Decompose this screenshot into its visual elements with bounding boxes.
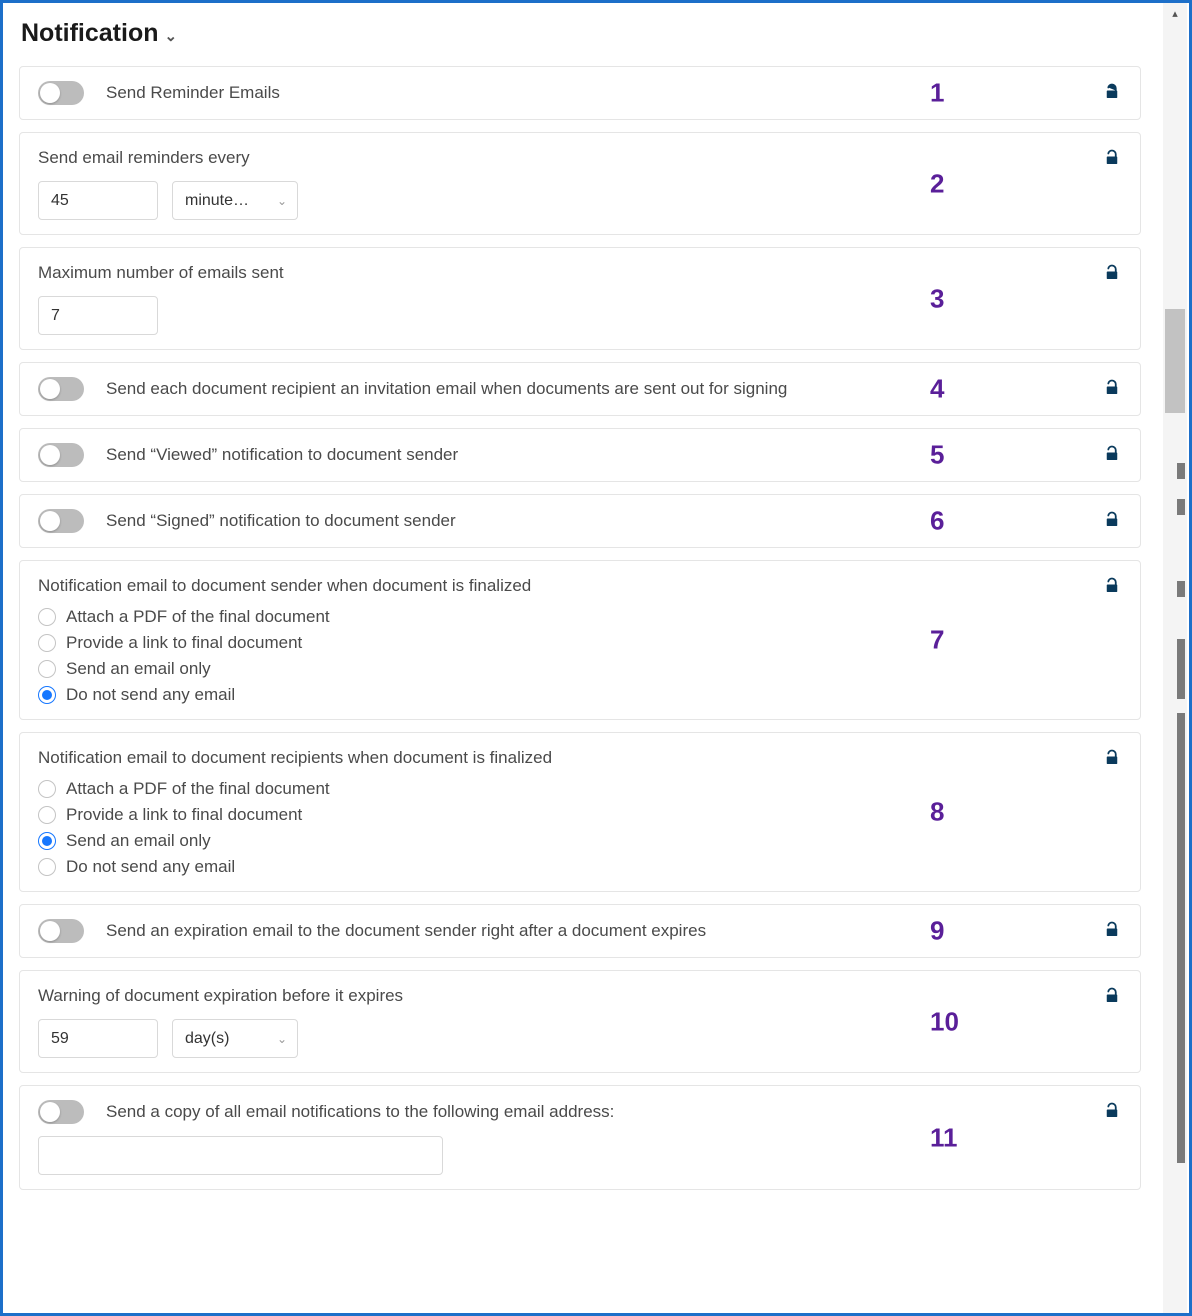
radio-group-finalized-recipients: Attach a PDF of the final document Provi… — [38, 779, 330, 877]
scrollbar[interactable]: ▴ — [1163, 3, 1187, 1313]
unlock-icon[interactable] — [1102, 264, 1122, 282]
scroll-mark — [1177, 463, 1185, 479]
scroll-mark — [1177, 581, 1185, 597]
label: Send “Viewed” notification to document s… — [106, 444, 458, 466]
scroll-mark — [1177, 639, 1185, 699]
setting-reminder-interval: Send email reminders every minute… ⌄ 2 — [19, 132, 1141, 235]
toggle-signed-notification[interactable] — [38, 509, 84, 533]
unlock-icon[interactable] — [1102, 577, 1122, 595]
reminder-interval-unit[interactable]: minute… ⌄ — [172, 181, 298, 220]
max-emails-value[interactable] — [38, 296, 158, 335]
label: Maximum number of emails sent — [38, 262, 284, 284]
content-area: Notification ⌄ Send Reminder Emails 1 Se… — [3, 3, 1163, 1313]
unlock-icon[interactable] — [1102, 511, 1122, 529]
radio-group-finalized-sender: Attach a PDF of the final document Provi… — [38, 607, 330, 705]
setting-expiration-email: Send an expiration email to the document… — [19, 904, 1141, 958]
setting-max-emails: Maximum number of emails sent 3 — [19, 247, 1141, 350]
unlock-icon[interactable] — [1102, 379, 1122, 397]
setting-viewed-notification: Send “Viewed” notification to document s… — [19, 428, 1141, 482]
radio-option[interactable]: Send an email only — [38, 659, 330, 679]
annotation-number: 3 — [930, 283, 944, 314]
unlock-icon[interactable] — [1102, 445, 1122, 463]
reminder-interval-value[interactable] — [38, 181, 158, 220]
annotation-number: 2 — [930, 168, 944, 199]
annotation-number: 9 — [930, 916, 944, 947]
label: Send an expiration email to the document… — [106, 920, 706, 942]
unlock-icon[interactable] — [1102, 149, 1122, 167]
radio-option[interactable]: Provide a link to final document — [38, 805, 330, 825]
radio-option[interactable]: Provide a link to final document — [38, 633, 330, 653]
setting-expiration-warning: Warning of document expiration before it… — [19, 970, 1141, 1073]
annotation-number: 1 — [930, 78, 944, 109]
setting-signed-notification: Send “Signed” notification to document s… — [19, 494, 1141, 548]
label: Send Reminder Emails — [106, 82, 280, 104]
chevron-down-icon: ⌄ — [277, 1032, 287, 1046]
radio-option[interactable]: Send an email only — [38, 831, 330, 851]
annotation-number: 8 — [930, 797, 944, 828]
label: Send each document recipient an invitati… — [106, 378, 787, 400]
select-value: minute… — [185, 192, 249, 210]
annotation-number: 11 — [930, 1122, 958, 1153]
scroll-mark — [1177, 713, 1185, 1163]
radio-option[interactable]: Do not send any email — [38, 685, 330, 705]
label: Send email reminders every — [38, 147, 250, 169]
toggle-expiration-email[interactable] — [38, 919, 84, 943]
scroll-mark — [1177, 499, 1185, 515]
toggle-viewed-notification[interactable] — [38, 443, 84, 467]
chevron-down-icon: ⌄ — [165, 27, 178, 45]
expiration-warning-unit[interactable]: day(s) ⌄ — [172, 1019, 298, 1058]
setting-send-reminder-emails: Send Reminder Emails 1 — [19, 66, 1141, 120]
annotation-number: 6 — [930, 506, 944, 537]
label: Notification email to document sender wh… — [38, 575, 531, 597]
radio-option[interactable]: Attach a PDF of the final document — [38, 779, 330, 799]
unlock-icon[interactable] — [1102, 987, 1122, 1005]
unlock-icon[interactable] — [1102, 83, 1122, 101]
setting-finalized-sender: Notification email to document sender wh… — [19, 560, 1141, 720]
setting-invitation-email: Send each document recipient an invitati… — [19, 362, 1141, 416]
expiration-warning-value[interactable] — [38, 1019, 158, 1058]
chevron-down-icon: ⌄ — [277, 194, 287, 208]
section-header[interactable]: Notification ⌄ — [21, 19, 1141, 48]
label: Warning of document expiration before it… — [38, 985, 403, 1007]
label: Notification email to document recipient… — [38, 747, 552, 769]
toggle-invitation-email[interactable] — [38, 377, 84, 401]
label: Send a copy of all email notifications t… — [106, 1101, 614, 1123]
annotation-number: 4 — [930, 374, 944, 405]
setting-notification-copy: Send a copy of all email notifications t… — [19, 1085, 1141, 1190]
unlock-icon[interactable] — [1102, 749, 1122, 767]
annotation-number: 5 — [930, 440, 944, 471]
radio-option[interactable]: Attach a PDF of the final document — [38, 607, 330, 627]
scrollbar-track[interactable] — [1165, 23, 1185, 1311]
radio-option[interactable]: Do not send any email — [38, 857, 330, 877]
section-title: Notification — [21, 19, 159, 48]
scrollbar-thumb[interactable] — [1165, 309, 1185, 413]
annotation-number: 10 — [930, 1006, 959, 1037]
setting-finalized-recipients: Notification email to document recipient… — [19, 732, 1141, 892]
select-value: day(s) — [185, 1030, 229, 1048]
toggle-notification-copy[interactable] — [38, 1100, 84, 1124]
annotation-number: 7 — [930, 625, 944, 656]
notification-copy-email[interactable] — [38, 1136, 443, 1175]
unlock-icon[interactable] — [1102, 1102, 1122, 1120]
unlock-icon[interactable] — [1102, 921, 1122, 939]
scroll-up-icon[interactable]: ▴ — [1163, 3, 1187, 23]
label: Send “Signed” notification to document s… — [106, 510, 456, 532]
toggle-send-reminder-emails[interactable] — [38, 81, 84, 105]
window: Notification ⌄ Send Reminder Emails 1 Se… — [0, 0, 1192, 1316]
